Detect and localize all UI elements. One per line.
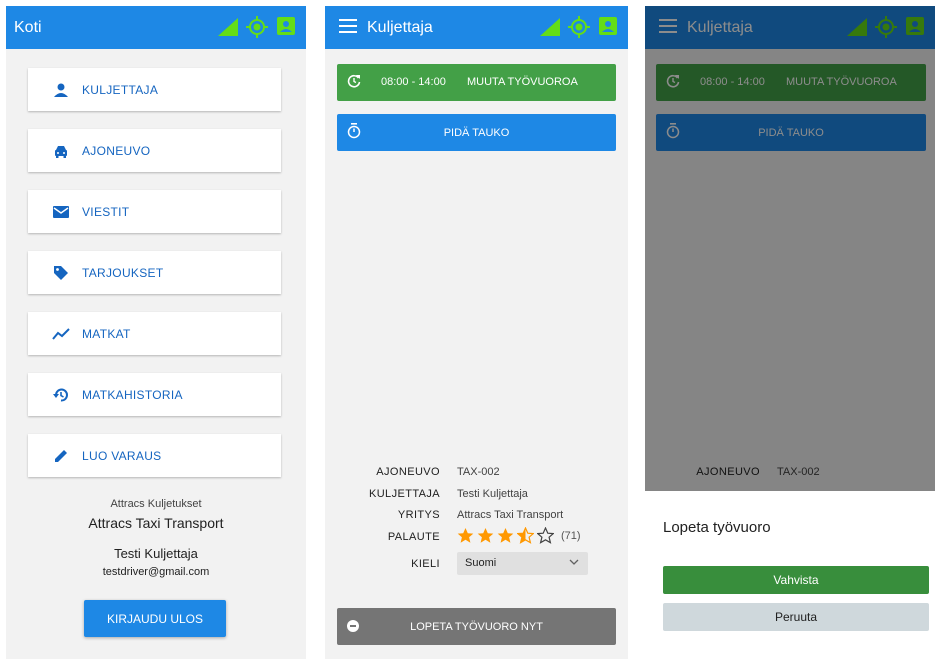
star-empty-icon	[537, 527, 554, 544]
mail-icon	[52, 203, 70, 221]
change-shift-button[interactable]: 08:00 - 14:00 MUUTA TYÖVUOROA	[337, 64, 616, 101]
person-icon	[52, 81, 70, 99]
menu-item-kuljettaja[interactable]: KULJETTAJA	[28, 68, 281, 111]
tag-icon	[52, 264, 70, 282]
driver-value: Testi Kuljettaja	[457, 488, 528, 500]
menu-item-luo-varaus[interactable]: LUO VARAUS	[28, 434, 281, 477]
gps-icon	[568, 16, 590, 38]
cancel-button[interactable]: Peruuta	[663, 603, 929, 631]
confirm-button[interactable]: Vahvista	[663, 566, 929, 594]
app-bar: Kuljettaja	[325, 6, 628, 49]
driver-label: KULJETTAJA	[368, 488, 440, 500]
pencil-icon	[52, 447, 70, 465]
page-title: Koti	[14, 19, 42, 36]
signal-icon	[218, 18, 238, 36]
driver-screen: Kuljettaja 08:00 - 14:00 MUUTA TYÖVUOROA…	[325, 6, 628, 659]
menu-item-viestit[interactable]: VIESTIT	[28, 190, 281, 233]
history-icon	[52, 386, 70, 404]
menu-item-label: KULJETTAJA	[82, 82, 159, 97]
menu-item-tarjoukset[interactable]: TARJOUKSET	[28, 251, 281, 294]
status-icons	[540, 14, 620, 40]
end-shift-dialog-screen: Kuljettaja 08:00 - 14:00 MUUTA TYÖVUOROA…	[645, 6, 935, 659]
language-label: KIELI	[411, 558, 440, 570]
vehicle-label: AJONEUVO	[376, 466, 440, 478]
menu-item-matkahistoria[interactable]: MATKAHISTORIA	[28, 373, 281, 416]
language-select[interactable]: Suomi	[457, 552, 588, 575]
gps-icon	[246, 16, 268, 38]
company-value: Attracs Taxi Transport	[457, 509, 564, 521]
feedback-count: (71)	[561, 529, 581, 542]
signal-icon	[540, 18, 560, 36]
modal-backdrop[interactable]	[645, 6, 935, 491]
logout-button[interactable]: KIRJAUDU ULOS	[84, 600, 226, 637]
company-group: Attracs Kuljetukset	[110, 498, 202, 510]
menu-item-label: MATKAHISTORIA	[82, 387, 183, 402]
end-shift-now-button[interactable]: LOPETA TYÖVUORO NYT	[337, 608, 616, 645]
rating-stars: (71)	[457, 527, 581, 544]
end-shift-now-label: LOPETA TYÖVUORO NYT	[410, 621, 543, 633]
sheet-title: Lopeta työvuoro	[663, 519, 771, 536]
star-full-icon	[457, 528, 474, 543]
page-title: Kuljettaja	[367, 19, 433, 36]
account-box-icon[interactable]	[598, 16, 618, 36]
menu-item-label: AJONEUVO	[82, 143, 151, 158]
status-icons	[218, 14, 298, 40]
company-label: YRITYS	[397, 509, 440, 521]
menu-item-label: TARJOUKSET	[82, 265, 164, 280]
vehicle-value: TAX-002	[457, 466, 500, 478]
menu-item-label: MATKAT	[82, 326, 131, 341]
app-bar: Koti	[6, 6, 306, 49]
take-break-label: PIDÄ TAUKO	[443, 127, 510, 139]
menu-item-ajoneuvo[interactable]: AJONEUVO	[28, 129, 281, 172]
feedback-label: PALAUTE	[387, 531, 440, 543]
driver-name: Testi Kuljettaja	[114, 546, 198, 561]
hamburger-menu-icon[interactable]	[339, 19, 357, 33]
end-shift-sheet: Lopeta työvuoro Vahvista Peruuta	[645, 491, 935, 659]
star-full-icon	[477, 528, 494, 543]
menu-item-label: LUO VARAUS	[82, 448, 162, 463]
account-box-icon[interactable]	[276, 16, 296, 36]
car-icon	[52, 142, 70, 160]
take-break-button[interactable]: PIDÄ TAUKO	[337, 114, 616, 151]
trending-icon	[52, 325, 70, 343]
star-half-icon	[517, 527, 534, 544]
star-full-icon	[497, 528, 514, 543]
shift-time: 08:00 - 14:00	[381, 76, 446, 88]
change-shift-label: MUUTA TYÖVUOROA	[467, 76, 578, 88]
language-value: Suomi	[465, 557, 497, 569]
chevron-down-icon	[569, 559, 579, 565]
menu-item-label: VIESTIT	[82, 204, 130, 219]
driver-email: testdriver@gmail.com	[102, 566, 210, 578]
clock-refresh-icon	[347, 74, 361, 88]
home-screen: Koti KULJETTAJA AJONEUVO VIESTIT TARJOUK…	[6, 6, 306, 659]
company-name: Attracs Taxi Transport	[88, 515, 224, 531]
menu-item-matkat[interactable]: MATKAT	[28, 312, 281, 355]
